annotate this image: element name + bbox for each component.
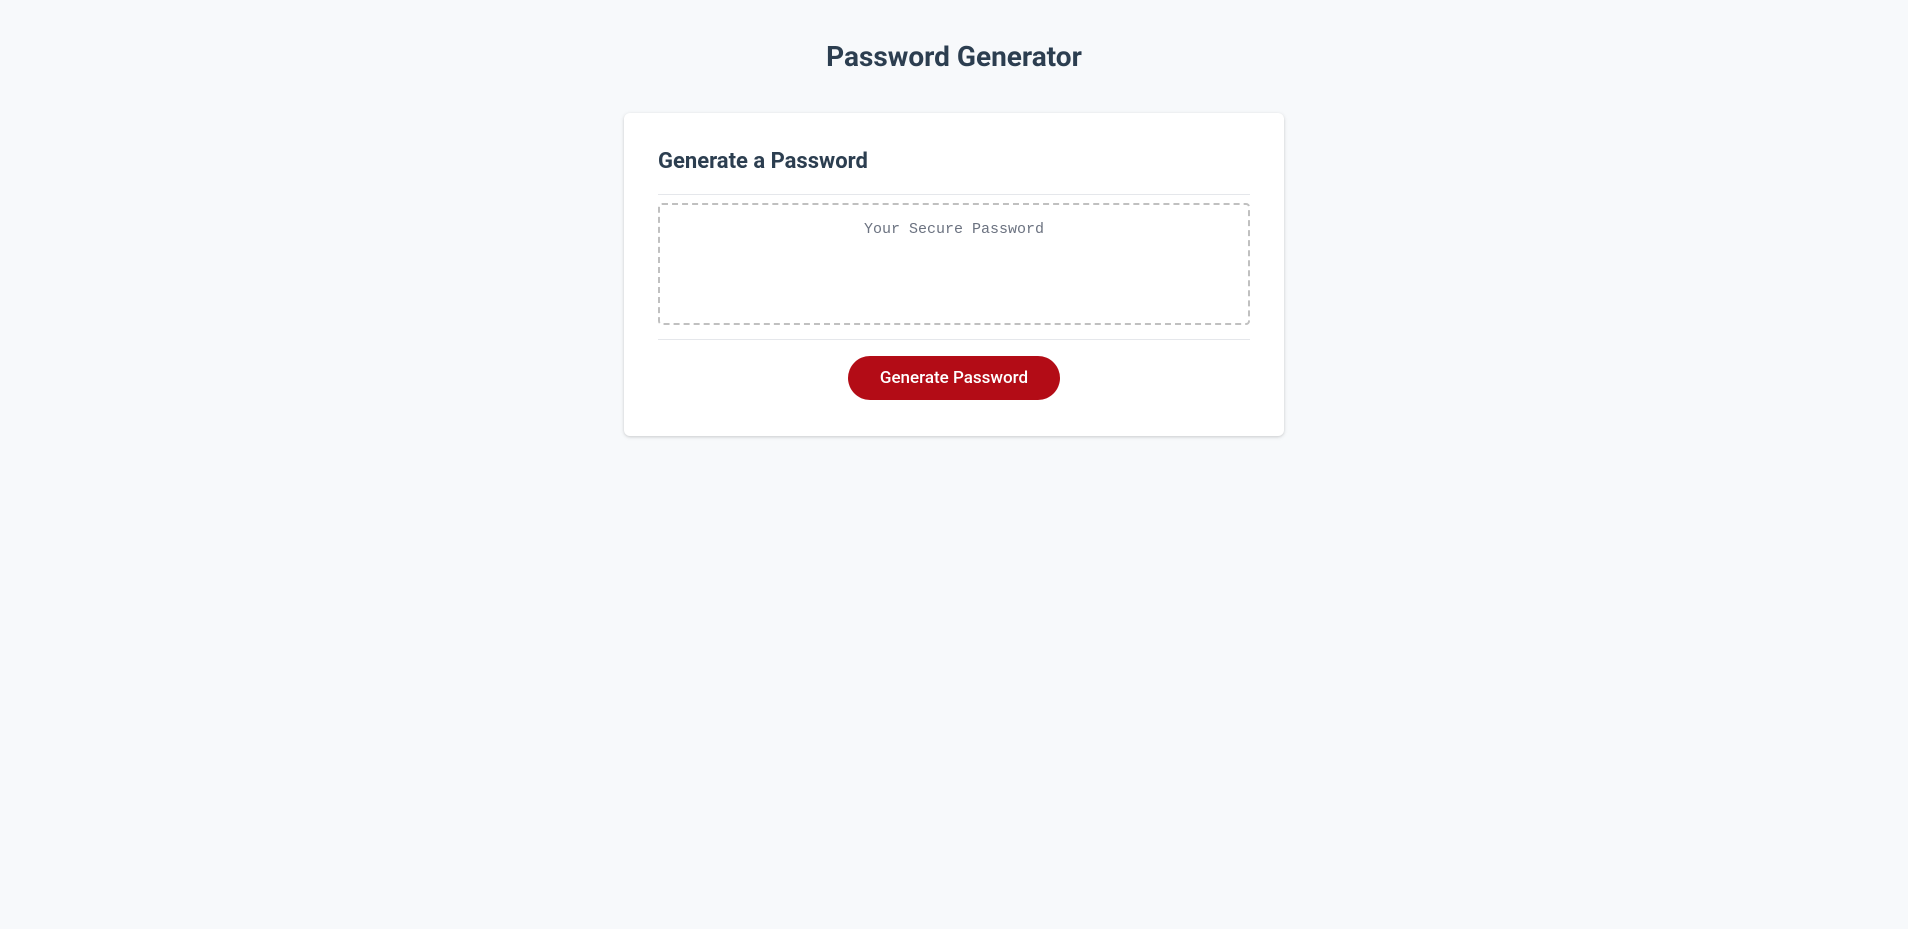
generator-card: Generate a Password Generate Password bbox=[624, 113, 1284, 436]
card-title: Generate a Password bbox=[658, 149, 1250, 174]
card-header: Generate a Password bbox=[658, 149, 1250, 195]
card-body bbox=[658, 195, 1250, 340]
generate-button[interactable]: Generate Password bbox=[848, 356, 1060, 400]
password-output[interactable] bbox=[658, 203, 1250, 325]
page-title: Password Generator bbox=[484, 40, 1424, 73]
card-footer: Generate Password bbox=[658, 340, 1250, 400]
